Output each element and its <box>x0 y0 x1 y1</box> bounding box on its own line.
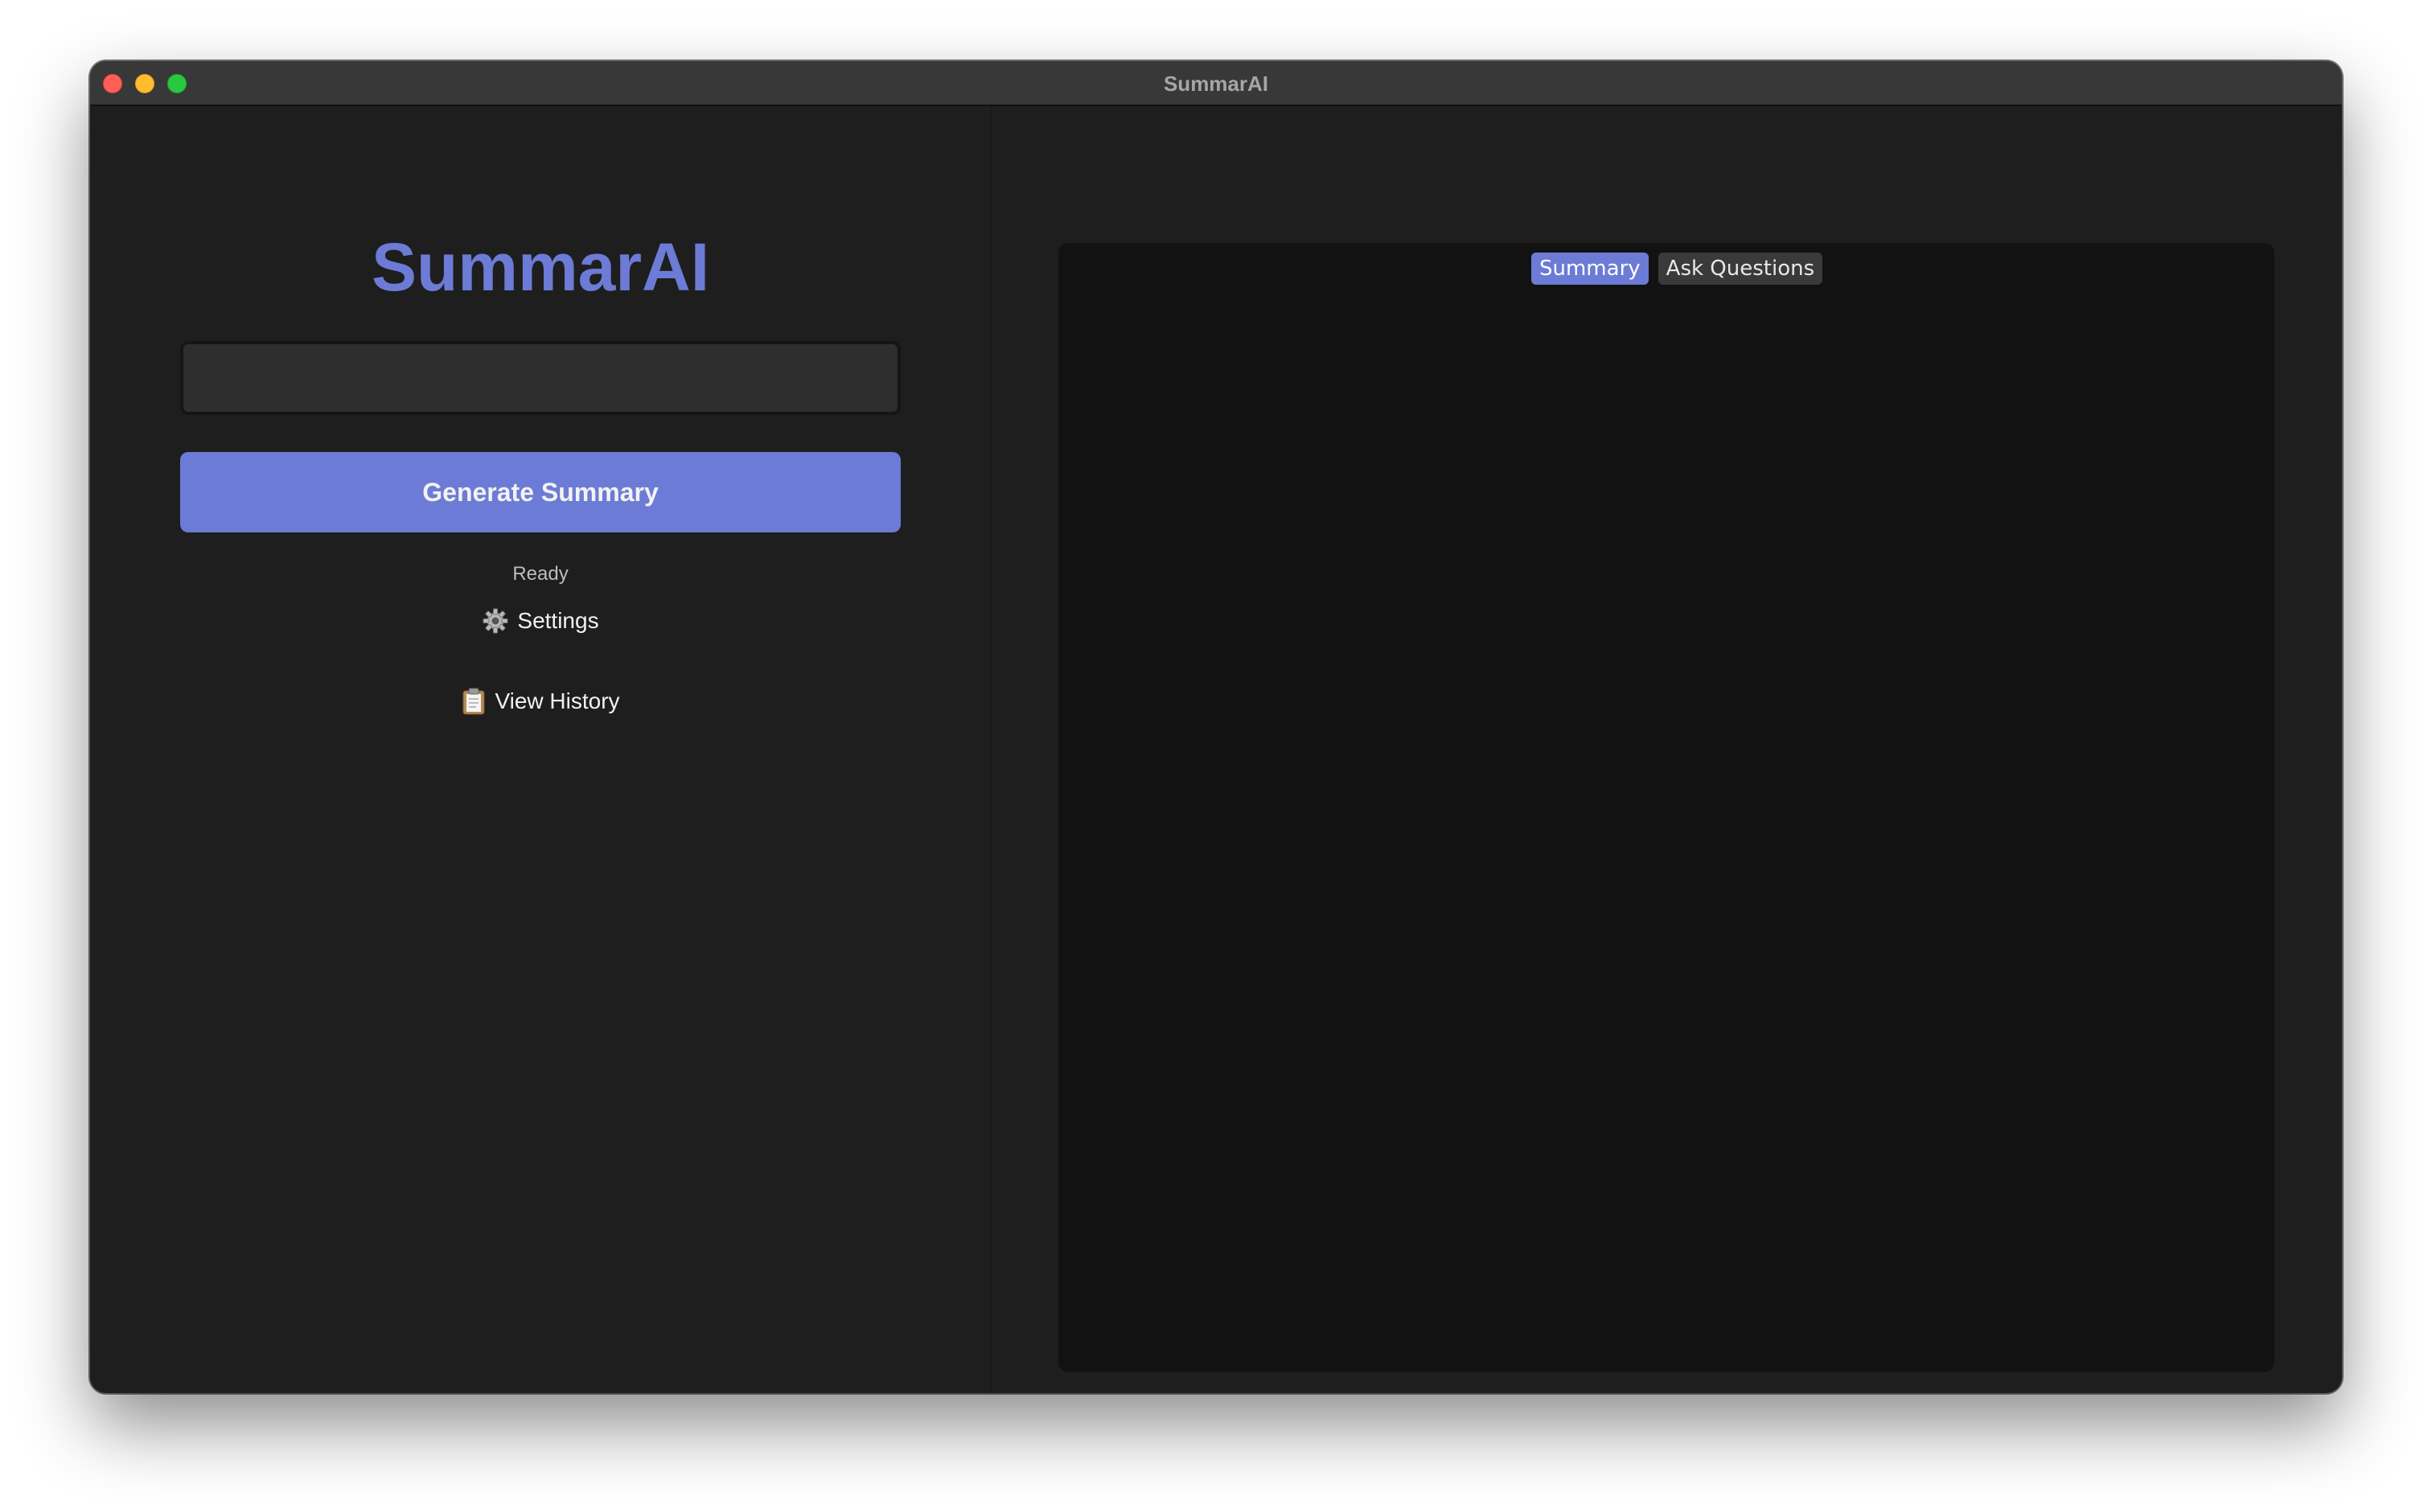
app-heading: SummarAI <box>371 229 710 305</box>
control-pane: SummarAI Generate Summary Ready Settings… <box>90 106 991 1393</box>
clipboard-icon <box>462 688 485 715</box>
settings-label: Settings <box>517 608 599 633</box>
summary-panel <box>1058 243 2274 1372</box>
pane-divider[interactable] <box>991 106 992 1393</box>
gear-icon <box>483 608 508 634</box>
window-title: SummarAI <box>1163 72 1269 96</box>
app-window: SummarAI SummarAI Generate Summary Ready <box>90 61 2342 1393</box>
generate-summary-button[interactable]: Generate Summary <box>180 452 901 532</box>
title-bar: SummarAI <box>90 61 2342 106</box>
status-text: Ready <box>512 563 569 585</box>
tab-bar: Summary Ask Questions <box>1531 253 1823 285</box>
settings-button[interactable]: Settings <box>90 605 991 643</box>
content-input[interactable] <box>180 341 901 415</box>
view-history-label: View History <box>495 688 620 713</box>
tab-summary[interactable]: Summary <box>1531 253 1649 285</box>
main-content: SummarAI Generate Summary Ready Settings… <box>90 106 2342 1393</box>
view-history-button[interactable]: View History <box>90 685 991 725</box>
tab-ask-questions[interactable]: Ask Questions <box>1658 253 1823 285</box>
